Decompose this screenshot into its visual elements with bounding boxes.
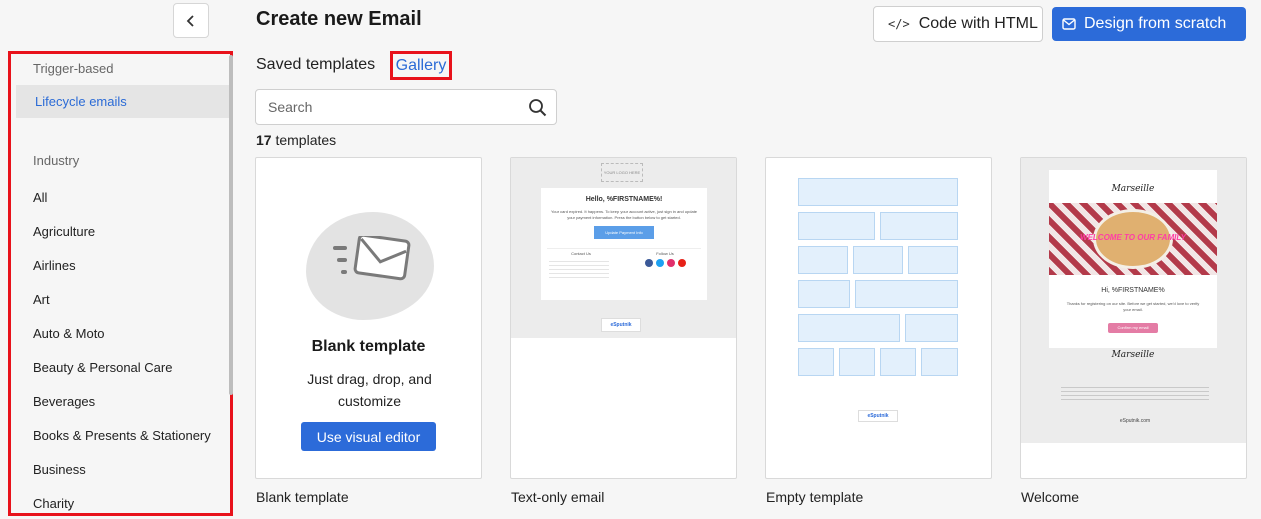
card-label-welcome: Welcome bbox=[1021, 489, 1080, 505]
card-label-empty: Empty template bbox=[766, 489, 864, 505]
code-with-html-button[interactable]: </> Code with HTML bbox=[873, 6, 1043, 42]
sidebar-scrollbar[interactable] bbox=[229, 55, 233, 395]
placeholder-block bbox=[798, 246, 848, 274]
preview-banner-text: WELCOME TO OUR FAMILY bbox=[1080, 233, 1186, 242]
category-sidebar: Trigger-based Lifecycle emails Industry … bbox=[8, 51, 233, 516]
email-body-preview: Hello, %FIRSTNAME%! Your card expired. I… bbox=[541, 188, 707, 300]
sidebar-item-beverages[interactable]: Beverages bbox=[33, 394, 95, 409]
esputnik-footer: eSputnik.com bbox=[1119, 418, 1151, 424]
welcome-email-preview: Marseille WELCOME TO OUR FAMILY Hi, %FIR… bbox=[1049, 170, 1217, 348]
card-label-blank: Blank template bbox=[256, 489, 349, 505]
preview-banner-image: WELCOME TO OUR FAMILY bbox=[1049, 203, 1217, 275]
placeholder-block bbox=[905, 314, 958, 342]
chevron-left-icon bbox=[186, 14, 194, 27]
template-card-empty[interactable]: eSputnik bbox=[765, 157, 992, 479]
envelope-icon bbox=[333, 236, 411, 281]
page-title: Create new Email bbox=[256, 8, 422, 30]
preview-contact-lines bbox=[549, 258, 609, 278]
search-input[interactable] bbox=[268, 99, 518, 115]
code-icon: </> bbox=[888, 17, 910, 31]
template-card-welcome[interactable]: Marseille WELCOME TO OUR FAMILY Hi, %FIR… bbox=[1020, 157, 1247, 479]
placeholder-block bbox=[798, 280, 850, 308]
preview-confirm-button: Confirm my email bbox=[1108, 323, 1158, 333]
collapse-sidebar-button[interactable] bbox=[173, 3, 209, 38]
esputnik-badge: eSputnik bbox=[858, 410, 898, 422]
blank-template-desc: Just drag, drop, and customize bbox=[307, 371, 432, 409]
blank-template-title: Blank template bbox=[311, 338, 426, 355]
envelope-icon bbox=[1062, 18, 1076, 30]
placeholder-block bbox=[880, 212, 958, 240]
preview-footer-brand: Marseille bbox=[1111, 350, 1155, 360]
sidebar-item-all[interactable]: All bbox=[33, 190, 47, 205]
sidebar-item-art[interactable]: Art bbox=[33, 292, 50, 307]
preview-greeting: Hi, %FIRSTNAME% bbox=[1101, 287, 1165, 294]
tab-saved-templates[interactable]: Saved templates bbox=[256, 56, 375, 74]
sidebar-group-industry: Industry bbox=[33, 153, 80, 168]
tab-gallery-label: Gallery bbox=[395, 56, 447, 74]
sidebar-item-lifecycle-emails[interactable]: Lifecycle emails bbox=[16, 85, 230, 118]
preview-divider bbox=[547, 248, 701, 249]
code-with-html-label: Code with HTML bbox=[918, 15, 1038, 32]
placeholder-block bbox=[798, 314, 900, 342]
template-count: 17 templates bbox=[256, 132, 336, 148]
empty-layout-preview: eSputnik bbox=[794, 166, 962, 422]
sidebar-item-business[interactable]: Business bbox=[33, 462, 86, 477]
placeholder-block bbox=[853, 246, 903, 274]
placeholder-block bbox=[921, 348, 958, 376]
placeholder-block bbox=[855, 280, 958, 308]
preview-contact-title: Contact Us bbox=[571, 251, 591, 256]
template-count-number: 17 bbox=[256, 132, 272, 148]
template-card-text-only[interactable]: YOUR LOGO HERE Hello, %FIRSTNAME%! Your … bbox=[510, 157, 737, 479]
sidebar-item-beauty[interactable]: Beauty & Personal Care bbox=[33, 360, 172, 375]
design-from-scratch-button[interactable]: Design from scratch bbox=[1052, 7, 1246, 41]
preview-brand-name: Marseille bbox=[1111, 184, 1155, 194]
placeholder-block bbox=[908, 246, 958, 274]
preview-body: Thanks for registering on our site. Befo… bbox=[1066, 301, 1200, 312]
placeholder-block bbox=[798, 178, 958, 206]
preview-greeting: Hello, %FIRSTNAME%! bbox=[585, 196, 663, 203]
preview-social-icons bbox=[645, 259, 689, 267]
card-label-text-only: Text-only email bbox=[511, 489, 605, 505]
template-count-label: templates bbox=[271, 132, 337, 148]
sidebar-item-charity[interactable]: Charity bbox=[33, 496, 74, 511]
search-box bbox=[255, 89, 557, 125]
sidebar-item-label: Lifecycle emails bbox=[35, 94, 127, 109]
design-from-scratch-label: Design from scratch bbox=[1084, 15, 1227, 32]
sidebar-item-auto-moto[interactable]: Auto & Moto bbox=[33, 326, 105, 341]
placeholder-block bbox=[880, 348, 916, 376]
placeholder-block bbox=[798, 348, 834, 376]
sidebar-item-agriculture[interactable]: Agriculture bbox=[33, 224, 95, 239]
placeholder-block bbox=[798, 212, 875, 240]
sidebar-item-airlines[interactable]: Airlines bbox=[33, 258, 76, 273]
preview-update-button: Update Payment Info bbox=[594, 226, 654, 239]
placeholder-block bbox=[839, 348, 875, 376]
sidebar-item-books[interactable]: Books & Presents & Stationery bbox=[33, 428, 211, 443]
use-visual-editor-button[interactable]: Use visual editor bbox=[301, 422, 436, 451]
sidebar-group-trigger: Trigger-based bbox=[33, 61, 114, 76]
esputnik-badge: eSputnik bbox=[601, 318, 641, 332]
template-card-blank[interactable]: Blank template Just drag, drop, and cust… bbox=[255, 157, 482, 479]
logo-placeholder: YOUR LOGO HERE bbox=[601, 163, 643, 182]
preview-body: Your card expired. It happens. To keep y… bbox=[550, 209, 698, 220]
tab-gallery[interactable]: Gallery bbox=[390, 51, 452, 80]
preview-follow-title: Follow Us bbox=[656, 251, 674, 256]
preview-footer-lines bbox=[1061, 384, 1209, 400]
search-icon[interactable] bbox=[528, 98, 547, 117]
